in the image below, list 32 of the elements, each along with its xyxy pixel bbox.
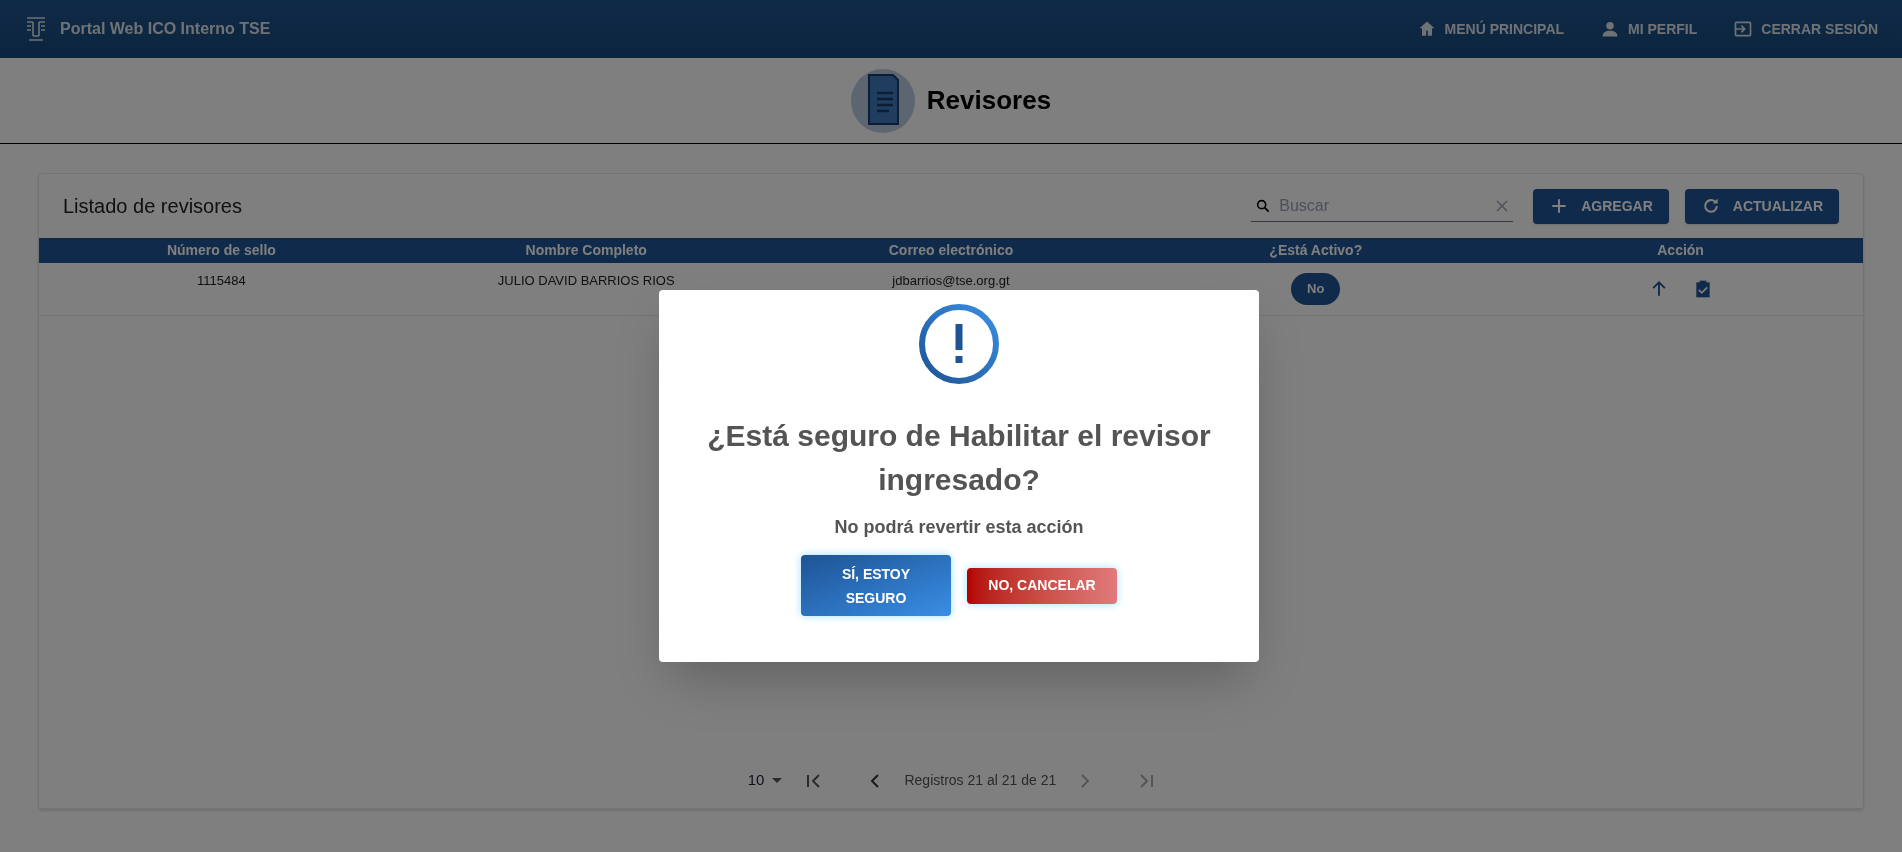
page-size-select[interactable]: 10 — [747, 769, 783, 792]
column-header: Correo electrónico — [887, 241, 1015, 260]
dialog-message: No podrá revertir esta acción — [834, 516, 1084, 539]
column-header: Nombre Completo — [524, 241, 648, 260]
nav-link[interactable]: CERRAR SESIÓN — [1733, 18, 1878, 40]
caret-icon[interactable] — [772, 777, 783, 784]
records-info: Registros 21 al 21 de 21 — [904, 771, 1057, 790]
cancel-button[interactable]: NO, CANCELAR — [967, 567, 1117, 604]
table-cell-text: JULIO DAVID BARRIOS RIOS — [496, 272, 676, 290]
refresh-button[interactable]: ACTUALIZAR — [1684, 188, 1839, 224]
column-header: Acción — [1656, 241, 1705, 260]
status-badge: No — [1291, 273, 1341, 305]
dialog-title: ¿Está seguro de Habilitar el revisor ingresado? — [706, 418, 1212, 498]
column-header: ¿Está Activo? — [1268, 241, 1364, 260]
confirm-button[interactable]: SÍ, ESTOY SEGURO — [801, 555, 951, 616]
document-icon — [850, 68, 915, 133]
previous-page-icon[interactable] — [870, 773, 881, 788]
column-header: Número de sello — [165, 241, 277, 260]
app-title: Portal Web ICO Interno TSE — [60, 19, 271, 39]
page-title: Revisores — [926, 84, 1052, 117]
nav-link[interactable]: MENÚ PRINCIPAL — [1416, 18, 1565, 40]
first-page-icon[interactable] — [806, 773, 823, 788]
logout-icon — [1733, 19, 1754, 39]
warning-icon — [917, 302, 1001, 386]
nav-link[interactable]: MI PERFIL — [1600, 18, 1698, 40]
logo-icon — [24, 16, 48, 42]
card-title: Listado de revisores — [63, 194, 242, 219]
search-icon — [1255, 197, 1272, 214]
clear-icon[interactable] — [1495, 198, 1510, 213]
table-cell-text: jdbarrios@tse.org.gt — [891, 272, 1011, 290]
table-cell-text: 1115484 — [196, 272, 247, 290]
add-button[interactable]: AGREGAR — [1533, 188, 1669, 224]
